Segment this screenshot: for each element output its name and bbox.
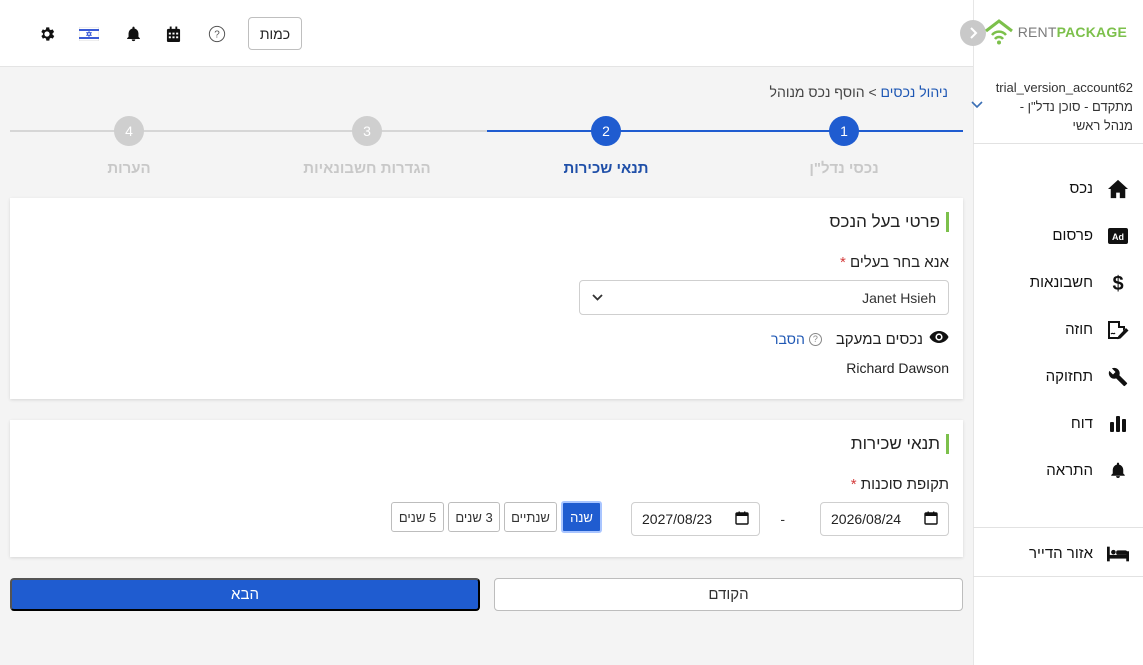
logo-package: PACKAGE [1056, 24, 1127, 40]
tracked-properties-row: נכסים במעקב ? הסבר [771, 330, 949, 348]
bed-icon [1107, 543, 1129, 565]
card-title: פרטי בעל הנכס [829, 212, 949, 232]
bell-icon [1107, 460, 1129, 482]
sidebar-divider [973, 576, 1143, 577]
sidebar-item-label: חשבונאות [1029, 274, 1093, 291]
account-name: trial_version_account62 [995, 80, 1133, 95]
step-number: 4 [114, 116, 144, 146]
calendar-icon[interactable] [735, 511, 749, 528]
period-option-3-years[interactable]: 3 שנים [448, 502, 500, 532]
calendar-icon[interactable] [163, 24, 183, 44]
step-1[interactable]: 1 נכסי נדל"ן [744, 116, 944, 177]
sidebar-item-label: אזור הדייר [1029, 545, 1093, 562]
bar-chart-icon [1107, 413, 1129, 435]
question-icon: ? [808, 332, 822, 346]
start-date-input[interactable]: 2026/08/24 [820, 502, 949, 536]
sidebar-item-advertising[interactable]: Ad פרסום [973, 212, 1143, 259]
top-bar: ? כמות [0, 0, 973, 67]
sidebar-item-report[interactable]: דוח [973, 400, 1143, 447]
eye-icon [929, 330, 949, 348]
sidebar-item-label: תחזוקה [1045, 368, 1093, 385]
sidebar-divider [973, 143, 1143, 144]
owner-select-value: Janet Hsieh [862, 289, 936, 306]
sidebar-item-alert[interactable]: התראה [973, 447, 1143, 494]
owner-select[interactable]: Janet Hsieh [579, 280, 949, 315]
sidebar-item-contract[interactable]: חוזה [973, 306, 1143, 353]
progress-stepper: 1 נכסי נדל"ן 2 תנאי שכירות 3 הגדרות חשבו… [10, 116, 963, 177]
step-number: 1 [829, 116, 859, 146]
bell-icon[interactable] [123, 24, 143, 44]
period-option-5-years[interactable]: 5 שנים [391, 502, 444, 532]
agency-period-label: תקופת סוכנות * [851, 476, 949, 493]
wrench-icon [1107, 366, 1129, 388]
breadcrumb-link[interactable]: ניהול נכסים [881, 84, 948, 100]
step-label: תנאי שכירות [563, 160, 649, 177]
breadcrumb-separator: > [868, 84, 877, 100]
date-range-separator: - [780, 511, 785, 527]
card-title: תנאי שכירות [851, 434, 949, 454]
step-3[interactable]: 3 הגדרות חשבונאיות [267, 116, 467, 177]
owner-details-card: פרטי בעל הנכס אנא בחר בעלים * Janet Hsie… [10, 198, 963, 399]
sidebar-divider [973, 527, 1143, 528]
svg-text:?: ? [214, 30, 220, 41]
dollar-icon: $ [1107, 272, 1129, 294]
calendar-icon[interactable] [924, 511, 938, 528]
end-date-value: 2027/08/23 [642, 511, 713, 527]
svg-text:$: $ [1112, 273, 1123, 293]
sidebar-nav: נכס Ad פרסום $ חשבונאות חוזה תחזוקה דוח … [973, 165, 1143, 494]
contract-icon [1107, 319, 1129, 341]
step-2[interactable]: 2 תנאי שכירות [506, 116, 706, 177]
quantity-button[interactable]: כמות [248, 17, 302, 50]
breadcrumb: ניהול נכסים > הוסף נכס מנוהל [770, 84, 948, 100]
chevron-down-icon [592, 292, 603, 304]
account-switcher[interactable]: trial_version_account62 מתקדם - סוכן נדל… [971, 78, 1133, 135]
tenant-area: אזור הדייר [973, 530, 1143, 577]
step-number: 2 [591, 116, 621, 146]
next-button[interactable]: הבא [10, 578, 480, 611]
logo-rent: RENT [1017, 24, 1057, 40]
chevron-right-icon[interactable] [960, 20, 986, 46]
help-link-text: הסבר [771, 331, 805, 347]
help-icon[interactable]: ? [207, 24, 227, 44]
owner-select-label: אנא בחר בעלים * [840, 254, 949, 271]
step-label: הערות [107, 160, 151, 177]
start-date-value: 2026/08/24 [831, 511, 902, 527]
step-4[interactable]: 4 הערות [29, 116, 229, 177]
sidebar-item-label: התראה [1046, 462, 1093, 479]
sidebar: RENTPACKAGE trial_version_account62 מתקד… [960, 0, 1143, 665]
agency-period-label-text: תקופת סוכנות [860, 476, 949, 493]
previous-button[interactable]: הקודם [494, 578, 963, 611]
israel-flag-icon[interactable] [79, 24, 99, 44]
owner-select-label-text: אנא בחר בעלים [850, 254, 949, 271]
gear-icon[interactable] [37, 24, 57, 44]
period-option-1-year[interactable]: שנה [561, 501, 602, 533]
chevron-down-icon [971, 96, 983, 115]
home-icon [1107, 178, 1129, 200]
ad-icon: Ad [1107, 225, 1129, 247]
sidebar-item-label: דוח [1070, 415, 1093, 432]
tracked-person-name: Richard Dawson [846, 360, 949, 376]
tracked-properties-label: נכסים במעקב [835, 330, 923, 348]
lease-terms-card: תנאי שכירות תקופת סוכנות * 2026/08/24 - … [10, 420, 963, 557]
breadcrumb-current: הוסף נכס מנוהל [769, 84, 865, 100]
account-role: מתקדם - סוכן נדל"ן - מנהל ראשי [1019, 99, 1133, 133]
step-number: 3 [352, 116, 382, 146]
sidebar-item-maintenance[interactable]: תחזוקה [973, 353, 1143, 400]
step-label: הגדרות חשבונאיות [303, 160, 431, 177]
sidebar-item-accounting[interactable]: $ חשבונאות [973, 259, 1143, 306]
sidebar-item-tenant-area[interactable]: אזור הדייר [973, 530, 1143, 577]
period-option-2-years[interactable]: שנתיים [504, 502, 557, 532]
end-date-input[interactable]: 2027/08/23 [631, 502, 760, 536]
sidebar-item-property[interactable]: נכס [973, 165, 1143, 212]
sidebar-item-label: חוזה [1065, 321, 1093, 338]
sidebar-item-label: נכס [1069, 180, 1093, 197]
required-mark: * [839, 254, 846, 271]
logo-icon [984, 19, 1013, 45]
required-mark: * [850, 476, 857, 493]
logo[interactable]: RENTPACKAGE [984, 18, 1127, 46]
sidebar-item-label: פרסום [1052, 227, 1093, 244]
help-link[interactable]: ? הסבר [771, 331, 822, 347]
svg-text:Ad: Ad [1112, 232, 1124, 242]
step-label: נכסי נדל"ן [809, 160, 879, 177]
